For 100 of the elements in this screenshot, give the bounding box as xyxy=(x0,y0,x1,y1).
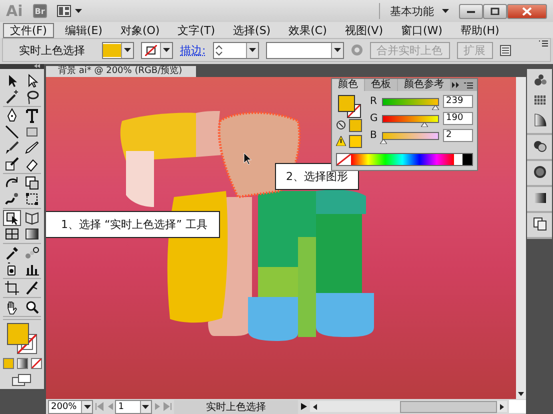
caret-icon xyxy=(442,9,449,13)
color-mode-button[interactable] xyxy=(2,358,14,369)
color-palette-icon[interactable] xyxy=(532,73,546,87)
swatches-grid-icon[interactable] xyxy=(532,93,546,107)
close-button[interactable] xyxy=(507,4,547,18)
document-tab[interactable]: 背景 ai* @ 200% (RGB/预览) xyxy=(46,66,196,77)
magic-wand-icon xyxy=(4,89,20,105)
menu-item[interactable]: 视图(V) xyxy=(338,22,390,38)
paintbrush-icon xyxy=(4,140,20,156)
overlapping-circles-icon[interactable] xyxy=(532,139,546,153)
tool-button[interactable] xyxy=(23,175,41,191)
slice-icon xyxy=(24,280,40,296)
scrollbar-thumb[interactable] xyxy=(400,400,497,412)
channel-label: R xyxy=(370,96,378,107)
menu-item[interactable]: 窗口(W) xyxy=(394,22,450,38)
blend-icon xyxy=(24,245,40,261)
channel-value-field[interactable]: 239 xyxy=(443,95,473,108)
type-icon xyxy=(24,108,40,124)
selected-shape[interactable] xyxy=(218,112,301,198)
minimize-button[interactable] xyxy=(459,4,483,18)
warning-icon xyxy=(336,136,346,146)
panel-tab[interactable]: 颜色参考 xyxy=(398,79,450,91)
stroke-color-dropdown[interactable] xyxy=(141,42,173,58)
tool-button[interactable] xyxy=(3,124,21,140)
sphere-icon[interactable] xyxy=(532,165,546,179)
slider-thumb[interactable] xyxy=(380,138,388,144)
tool-button[interactable] xyxy=(23,210,41,226)
zoom-icon xyxy=(24,299,40,315)
warp-icon xyxy=(4,191,20,207)
channel-value-field[interactable]: 190 xyxy=(443,112,473,125)
caret-icon xyxy=(163,48,170,52)
arrange-documents-button[interactable] xyxy=(56,3,82,19)
zoom-field[interactable]: 200% xyxy=(48,400,93,414)
panel-menu-icon[interactable] xyxy=(464,82,473,88)
status-text: 实时上色选择 xyxy=(174,400,298,414)
layout-icon xyxy=(56,5,71,17)
tool-button[interactable] xyxy=(3,280,21,296)
fill-swatch[interactable] xyxy=(338,95,355,112)
caret-icon xyxy=(142,404,150,408)
tool-button[interactable] xyxy=(23,245,41,261)
gradient-square-icon[interactable] xyxy=(532,191,546,205)
channel-value-field[interactable]: 2 xyxy=(443,129,473,142)
panel-options-icon[interactable] xyxy=(500,44,511,56)
eyedropper-icon xyxy=(4,245,20,261)
workspace-switcher[interactable]: 基本功能 xyxy=(390,4,449,18)
scale-icon xyxy=(24,175,40,191)
maximize-button[interactable] xyxy=(483,4,507,18)
out-of-gamut-icon xyxy=(336,120,346,130)
menu-item[interactable]: 编辑(E) xyxy=(58,22,110,38)
callout-label: 1、选择 “实时上色选择” 工具 xyxy=(46,211,220,238)
caret-icon xyxy=(334,48,341,52)
bridge-button[interactable]: Br xyxy=(32,4,47,18)
stroke-link[interactable]: 描边: xyxy=(180,42,206,58)
gradient-wedge-icon[interactable] xyxy=(532,113,546,127)
panel-tab[interactable]: 色板 xyxy=(365,79,397,91)
tool-button[interactable] xyxy=(23,108,41,124)
web-safe-swatch[interactable] xyxy=(349,135,362,148)
none-mode-button[interactable] xyxy=(30,358,42,369)
none-color-icon[interactable] xyxy=(337,154,351,165)
tool-button[interactable] xyxy=(3,210,21,226)
menu-item[interactable]: 选择(S) xyxy=(226,22,278,38)
tool-button[interactable] xyxy=(23,140,41,156)
color-spectrum[interactable] xyxy=(336,153,473,166)
channel-label: G xyxy=(370,113,378,124)
style-dropdown[interactable] xyxy=(266,42,344,58)
tool-button[interactable] xyxy=(23,191,41,207)
blob-brush-icon xyxy=(4,156,20,172)
layers-icon[interactable] xyxy=(532,217,546,231)
fill-color-dropdown[interactable] xyxy=(102,42,134,58)
recolor-icon[interactable] xyxy=(350,44,363,56)
artboard-icon xyxy=(4,280,20,296)
gradient-mode-button[interactable] xyxy=(16,358,28,369)
menu-item[interactable]: 文字(T) xyxy=(170,22,222,38)
menu-icon[interactable] xyxy=(539,40,548,47)
tool-button[interactable] xyxy=(3,156,21,172)
caret-icon xyxy=(124,48,131,52)
fill-swatch[interactable] xyxy=(7,323,29,345)
expand-icon[interactable] xyxy=(452,82,459,88)
stroke-weight-dropdown[interactable] xyxy=(212,42,259,58)
tool-name: 实时上色选择 xyxy=(19,42,85,58)
gradient-icon xyxy=(24,226,40,242)
mesh-icon xyxy=(4,226,20,242)
tool-button[interactable] xyxy=(3,226,21,242)
maximize-icon xyxy=(490,7,500,15)
perspective-grid-icon xyxy=(24,210,40,226)
channel-label: B xyxy=(370,130,378,141)
cursor-icon xyxy=(244,152,252,165)
menu-item[interactable]: 效果(C) xyxy=(282,22,334,38)
menu-item[interactable]: 对象(O) xyxy=(113,22,167,38)
screen-mode-icon[interactable] xyxy=(12,374,32,386)
panel-tab[interactable]: 颜色 xyxy=(332,79,364,91)
no-stroke-icon xyxy=(145,44,157,56)
tool-button[interactable] xyxy=(23,226,41,242)
gamut-swatch[interactable] xyxy=(349,119,362,132)
tool-button[interactable] xyxy=(3,191,21,207)
menu-item[interactable]: 文件(F) xyxy=(3,22,54,38)
menu-item[interactable]: 帮助(H) xyxy=(453,22,506,38)
tool-button[interactable] xyxy=(3,140,21,156)
stepper-icon[interactable] xyxy=(214,44,224,56)
page-field[interactable]: 1 xyxy=(115,400,152,414)
